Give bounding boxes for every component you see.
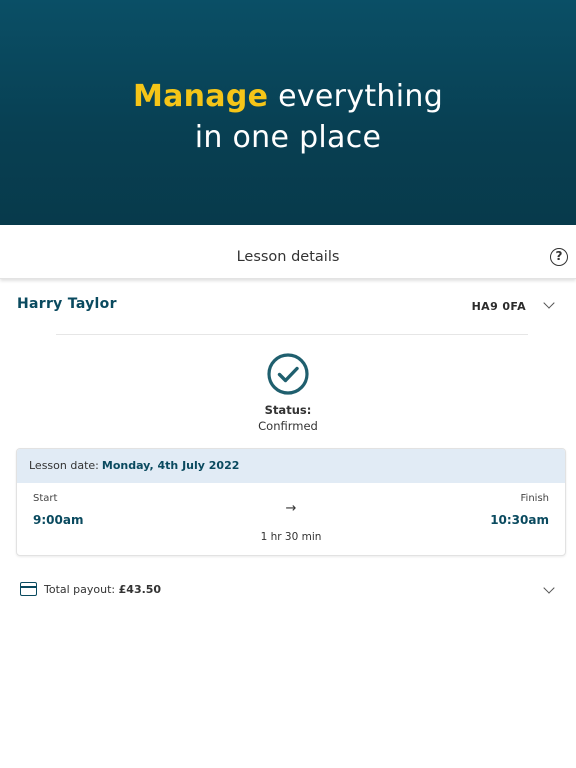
check-circle-icon	[267, 353, 309, 395]
promo-headline-rest: everything	[268, 78, 444, 114]
lesson-status: Status: Confirmed	[0, 352, 576, 433]
page-title: Lesson details	[236, 249, 340, 265]
lesson-time-card: Lesson date: Monday, 4th July 2022 Start …	[16, 448, 566, 556]
lesson-duration: 1 hr 30 min	[260, 531, 322, 543]
section-divider	[56, 334, 528, 335]
lesson-date-header: Lesson date: Monday, 4th July 2022	[17, 449, 565, 483]
promo-headline-line-2: in one place	[194, 119, 382, 155]
student-summary-row[interactable]: Harry Taylor HA9 0FA	[0, 290, 576, 322]
promo-banner: Manage everything in one place	[0, 0, 576, 225]
credit-card-icon	[20, 582, 37, 596]
lesson-date-value: Monday, 4th July 2022	[101, 459, 240, 472]
lesson-time-body: Start 9:00am → 1 hr 30 min Finish 10:30a…	[17, 483, 565, 555]
status-value: Confirmed	[258, 419, 318, 433]
finish-label: Finish	[520, 493, 549, 504]
payout-text: Total payout: £43.50	[44, 583, 161, 596]
lesson-date-label: Lesson date:	[29, 459, 99, 472]
status-label: Status:	[264, 403, 312, 417]
chevron-down-icon[interactable]	[543, 582, 555, 594]
payout-row[interactable]: Total payout: £43.50	[0, 578, 576, 602]
promo-headline-line-1: Manage everything	[133, 76, 443, 117]
lesson-details-header: Lesson details ?	[0, 225, 576, 279]
promo-accent-word: Manage	[132, 78, 269, 114]
finish-time: 10:30am	[490, 513, 549, 527]
student-name: Harry Taylor	[17, 296, 117, 312]
chevron-down-icon[interactable]	[543, 297, 555, 309]
payout-label: Total payout:	[44, 583, 116, 596]
student-postcode: HA9 0FA	[471, 300, 526, 313]
question-circle-icon[interactable]: ?	[550, 248, 568, 266]
arrow-right-icon: →	[285, 501, 297, 516]
payout-amount: £43.50	[118, 583, 162, 596]
